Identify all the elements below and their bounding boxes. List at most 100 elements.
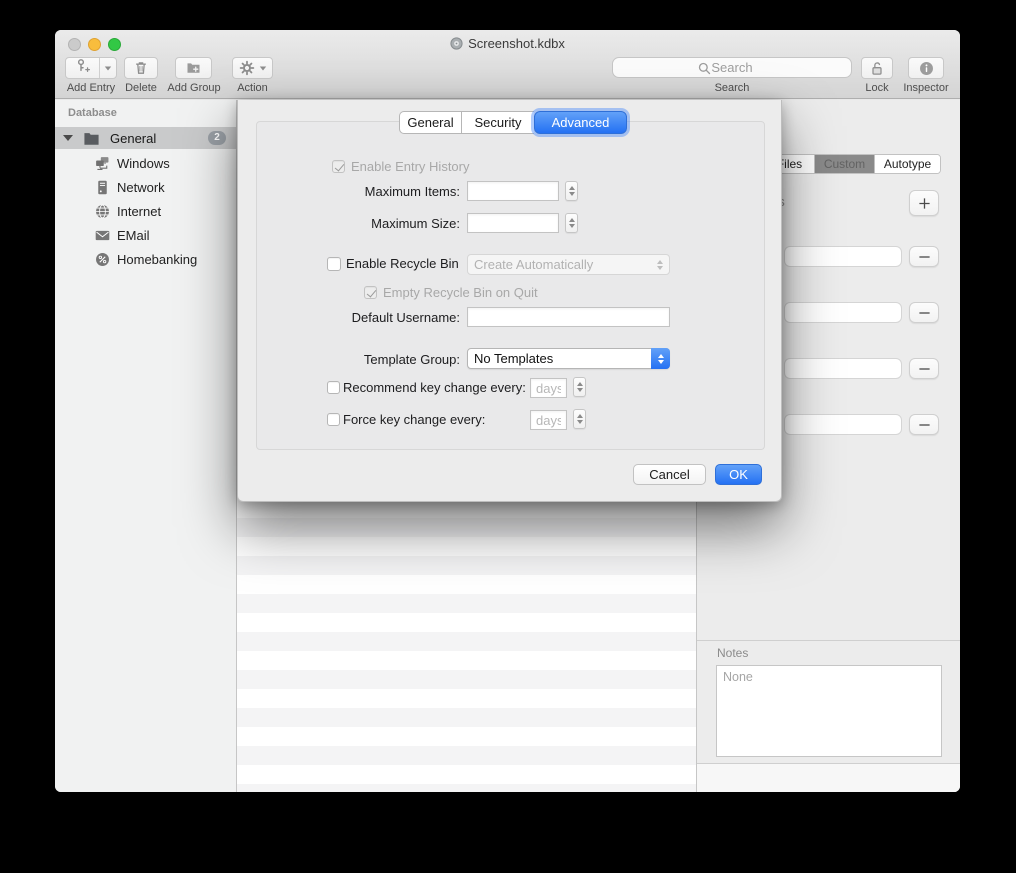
custom-field-input[interactable] [784, 246, 902, 267]
add-group-button[interactable] [175, 57, 212, 79]
sidebar-item-windows[interactable]: Windows [55, 151, 236, 175]
action-button[interactable] [232, 57, 273, 79]
maximum-items-label: Maximum Items: [298, 184, 460, 199]
inspector-button[interactable] [908, 57, 944, 79]
inspector-tabbar: Files Custom Autotype [764, 154, 941, 174]
template-group-select[interactable]: No Templates [467, 348, 670, 369]
lock-open-icon [869, 60, 885, 77]
maximum-items-input[interactable] [467, 181, 559, 201]
maximum-size-label: Maximum Size: [298, 216, 460, 231]
sidebar-item-general[interactable]: General 2 [55, 127, 236, 149]
sidebar-item-email[interactable]: EMail [55, 223, 236, 247]
force-key-change-checkbox[interactable] [327, 413, 340, 426]
globe-icon [94, 203, 111, 220]
default-username-input[interactable] [467, 307, 670, 327]
delete-button[interactable] [124, 57, 158, 79]
force-days-input[interactable] [530, 410, 567, 430]
enable-recycle-bin-checkbox[interactable] [327, 257, 341, 271]
maximum-size-input[interactable] [467, 213, 559, 233]
notes-label: Notes [717, 646, 748, 660]
stepper-down-icon [569, 224, 575, 228]
minus-icon [918, 367, 931, 371]
inspector-label: Inspector [893, 82, 959, 94]
custom-field-input[interactable] [784, 414, 902, 435]
notes-textarea[interactable] [716, 665, 942, 757]
add-entry-dropdown[interactable] [100, 66, 116, 71]
inspector-footer [697, 763, 960, 792]
info-icon [918, 60, 935, 77]
sidebar-item-label: General [110, 131, 156, 146]
recommend-key-change-label: Recommend key change every: [343, 380, 526, 395]
minus-icon [918, 311, 931, 315]
sidebar-item-label: Network [117, 180, 165, 195]
custom-field-input[interactable] [784, 302, 902, 323]
minus-icon [918, 255, 931, 259]
tab-autotype[interactable]: Autotype [875, 155, 940, 173]
popup-updown-icon [651, 348, 670, 369]
envelope-icon [94, 227, 111, 244]
search-field [612, 57, 852, 78]
server-icon [94, 179, 111, 196]
divider [697, 640, 960, 641]
search-input[interactable] [613, 58, 851, 77]
window-title: Screenshot.kdbx [55, 36, 960, 51]
force-days-stepper[interactable] [573, 409, 586, 429]
sidebar-item-homebanking[interactable]: Homebanking [55, 247, 236, 271]
add-entry-button[interactable] [65, 57, 117, 79]
ok-button[interactable]: OK [715, 464, 762, 485]
document-icon [450, 37, 463, 50]
sidebar-section-header: Database [68, 107, 117, 119]
gear-icon [239, 60, 255, 76]
count-badge: 2 [208, 131, 226, 145]
recommend-days-stepper[interactable] [573, 377, 586, 397]
action-label: Action [232, 82, 273, 94]
sidebar-item-internet[interactable]: Internet [55, 199, 236, 223]
empty-recycle-bin-checkbox[interactable] [364, 286, 377, 299]
remove-field-button[interactable] [909, 246, 939, 267]
tab-security[interactable]: Security [461, 111, 534, 134]
remove-field-button[interactable] [909, 358, 939, 379]
plus-icon [918, 197, 931, 210]
add-entry-label: Add Entry [63, 82, 119, 94]
titlebar-toolbar: Screenshot.kdbx Add Entry Delete [55, 30, 960, 99]
maximum-items-stepper[interactable] [565, 181, 578, 201]
stepper-down-icon [577, 420, 583, 424]
stepper-up-icon [577, 382, 583, 386]
tab-custom[interactable]: Custom [815, 155, 875, 173]
sidebar: Database General 2 Windows Network [55, 100, 237, 792]
custom-field-input[interactable] [784, 358, 902, 379]
add-field-button[interactable] [909, 190, 939, 216]
sidebar-item-label: Internet [117, 204, 161, 219]
sidebar-item-label: EMail [117, 228, 150, 243]
recycle-bin-mode-select[interactable]: Create Automatically [467, 254, 670, 275]
add-group-label: Add Group [160, 82, 228, 94]
dialog-tabbar: General Security Advanced [399, 111, 627, 134]
stepper-up-icon [577, 414, 583, 418]
chevron-down-icon [259, 66, 265, 70]
disclosure-triangle-icon[interactable] [63, 135, 73, 141]
remove-field-button[interactable] [909, 302, 939, 323]
tab-advanced[interactable]: Advanced [534, 111, 627, 134]
stepper-up-icon [569, 218, 575, 222]
enable-entry-history-checkbox[interactable] [332, 160, 345, 173]
remove-field-button[interactable] [909, 414, 939, 435]
stepper-down-icon [569, 192, 575, 196]
enable-recycle-bin-label: Enable Recycle Bin [346, 256, 459, 271]
force-key-change-label: Force key change every: [343, 412, 485, 427]
percent-icon [94, 251, 111, 268]
cancel-button[interactable]: Cancel [633, 464, 706, 485]
lock-button[interactable] [861, 57, 893, 79]
key-plus-icon [66, 58, 99, 79]
recommend-key-change-checkbox[interactable] [327, 381, 340, 394]
app-window: Screenshot.kdbx Add Entry Delete [55, 30, 960, 792]
sidebar-item-label: Homebanking [117, 252, 197, 267]
stepper-down-icon [577, 388, 583, 392]
sidebar-item-label: Windows [117, 156, 170, 171]
windows-network-icon [94, 155, 111, 172]
minus-icon [918, 423, 931, 427]
folder-plus-icon [185, 60, 202, 76]
sidebar-item-network[interactable]: Network [55, 175, 236, 199]
tab-general[interactable]: General [399, 111, 461, 134]
maximum-size-stepper[interactable] [565, 213, 578, 233]
recommend-days-input[interactable] [530, 378, 567, 398]
